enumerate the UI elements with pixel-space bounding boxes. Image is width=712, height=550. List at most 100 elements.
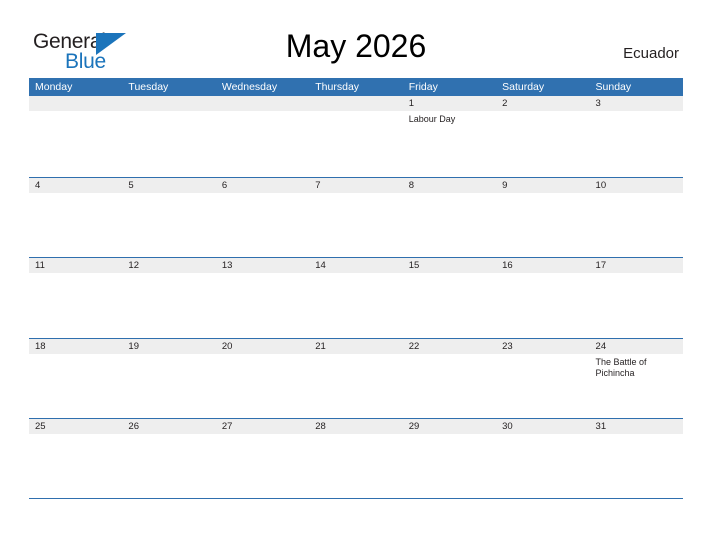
- day-events: [403, 354, 496, 357]
- calendar-day-cell-24[interactable]: 24 The Battle of Pichincha: [589, 338, 683, 418]
- calendar-day-cell-empty: [122, 96, 216, 177]
- calendar-day-cell-25[interactable]: 25: [29, 419, 123, 498]
- day-events: [309, 354, 402, 357]
- calendar-day-cell-30[interactable]: 30: [496, 419, 590, 498]
- calendar-day-cell-16[interactable]: 16: [496, 258, 590, 338]
- calendar-grid: Monday Tuesday Wednesday Thursday Friday Satu…: [29, 78, 683, 499]
- day-number: 6: [215, 177, 310, 193]
- day-events: [122, 111, 215, 114]
- weekday-header-monday: Monday: [35, 81, 73, 93]
- calendar-day-cell-27[interactable]: 27: [215, 419, 310, 498]
- day-events: [216, 111, 309, 114]
- day-number: [29, 96, 123, 111]
- day-number: 15: [402, 258, 497, 273]
- calendar-day-cell-20[interactable]: 20: [215, 338, 310, 418]
- day-events: [403, 434, 496, 437]
- calendar-day-cell-14[interactable]: 14: [309, 258, 403, 338]
- day-number: 5: [122, 177, 216, 193]
- calendar-day-cell-18[interactable]: 18: [29, 338, 123, 418]
- calendar-day-cell-4[interactable]: 4: [29, 177, 123, 257]
- day-events: Labour Day: [403, 111, 496, 126]
- day-events: [496, 434, 589, 437]
- day-events: [216, 193, 309, 196]
- calendar-week-row: 18 19 20 21 22 23 24 The Battle of Pichincha: [29, 337, 683, 418]
- day-number: 28: [309, 419, 403, 434]
- day-events: [496, 354, 589, 357]
- day-number: 19: [122, 338, 216, 354]
- calendar-day-cell-15[interactable]: 15: [402, 258, 497, 338]
- day-events: [309, 434, 402, 437]
- calendar-day-cell-6[interactable]: 6: [215, 177, 310, 257]
- calendar-day-cell-21[interactable]: 21: [309, 338, 403, 418]
- calendar-day-cell-1[interactable]: 1 Labour Day: [402, 96, 497, 177]
- calendar-day-cell-9[interactable]: 9: [496, 177, 590, 257]
- day-number: 31: [589, 419, 683, 434]
- calendar-day-cell-5[interactable]: 5: [122, 177, 216, 257]
- calendar-day-cell-3[interactable]: 3: [589, 96, 683, 177]
- calendar-day-cell-10[interactable]: 10: [589, 177, 683, 257]
- day-events: [309, 111, 402, 114]
- day-events: [590, 193, 683, 196]
- calendar-week-row: 4 5 6 7 8 9 10: [29, 176, 683, 257]
- day-events: [29, 111, 122, 114]
- weekday-header-saturday: Saturday: [502, 81, 545, 93]
- calendar-day-cell-19[interactable]: 19: [122, 338, 216, 418]
- day-number: 13: [215, 258, 310, 273]
- calendar-day-cell-2[interactable]: 2: [496, 96, 590, 177]
- day-number: 25: [29, 419, 123, 434]
- day-number: [122, 96, 216, 111]
- calendar-day-cell-11[interactable]: 11: [29, 258, 123, 338]
- day-number: 30: [496, 419, 590, 434]
- calendar-week-body: 1 Labour Day 2 3 4 5 6 7 8 9 10 11 12 13 14 15 16 17 18 19 2…: [29, 96, 683, 499]
- page-title: May 2026: [285, 28, 427, 64]
- day-number: 26: [122, 419, 216, 434]
- calendar-day-cell-22[interactable]: 22: [402, 338, 497, 418]
- day-events: [216, 354, 309, 357]
- day-number: 27: [215, 419, 310, 434]
- holiday-event-label: Labour Day: [408, 114, 456, 124]
- day-events: [122, 193, 215, 196]
- day-number: [215, 96, 310, 111]
- weekday-header-row: Monday Tuesday Wednesday Thursday Friday Satu…: [29, 78, 683, 96]
- calendar-day-cell-empty: [215, 96, 310, 177]
- day-events: [309, 193, 402, 196]
- day-number: 1: [402, 96, 497, 111]
- day-events: [29, 193, 122, 196]
- day-number: 29: [402, 419, 497, 434]
- holiday-event-label: The Battle of Pichincha: [595, 356, 647, 379]
- calendar-week-row: 11 12 13 14 15 16 17: [29, 257, 683, 338]
- day-events: [403, 273, 496, 276]
- day-number: 7: [309, 177, 403, 193]
- day-number: 16: [496, 258, 590, 273]
- day-number: 10: [589, 177, 683, 193]
- day-number: 11: [29, 258, 123, 273]
- day-events: [29, 273, 122, 276]
- calendar-week-row: 25 26 27 28 29 30 31: [29, 418, 683, 499]
- day-events: [309, 273, 402, 276]
- day-events: [590, 273, 683, 276]
- calendar-day-cell-17[interactable]: 17: [589, 258, 683, 338]
- day-events: [590, 111, 683, 114]
- weekday-header-thursday: Thursday: [315, 81, 360, 93]
- calendar-day-cell-empty: [309, 96, 403, 177]
- calendar-day-cell-23[interactable]: 23: [496, 338, 590, 418]
- day-number: 22: [402, 338, 497, 354]
- calendar-day-cell-12[interactable]: 12: [122, 258, 216, 338]
- calendar-day-cell-26[interactable]: 26: [122, 419, 216, 498]
- calendar-day-cell-8[interactable]: 8: [402, 177, 497, 257]
- page-header: General Blue May 2026 Ecuador: [0, 0, 712, 78]
- weekday-header-wednesday: Wednesday: [221, 81, 278, 93]
- day-number: 18: [29, 338, 123, 354]
- day-events: [216, 434, 309, 437]
- day-events: The Battle of Pichincha: [590, 354, 683, 380]
- calendar-day-cell-28[interactable]: 28: [309, 419, 403, 498]
- calendar-day-cell-7[interactable]: 7: [309, 177, 403, 257]
- calendar-day-cell-31[interactable]: 31: [589, 419, 683, 498]
- calendar-week-row: 1 Labour Day 2 3: [29, 96, 683, 177]
- day-events: [122, 434, 215, 437]
- calendar-page: General Blue May 2026 Ecuador Monday Tues…: [0, 0, 712, 550]
- calendar-day-cell-29[interactable]: 29: [402, 419, 497, 498]
- day-number: 12: [122, 258, 216, 273]
- calendar-day-cell-13[interactable]: 13: [215, 258, 310, 338]
- day-number: 21: [309, 338, 403, 354]
